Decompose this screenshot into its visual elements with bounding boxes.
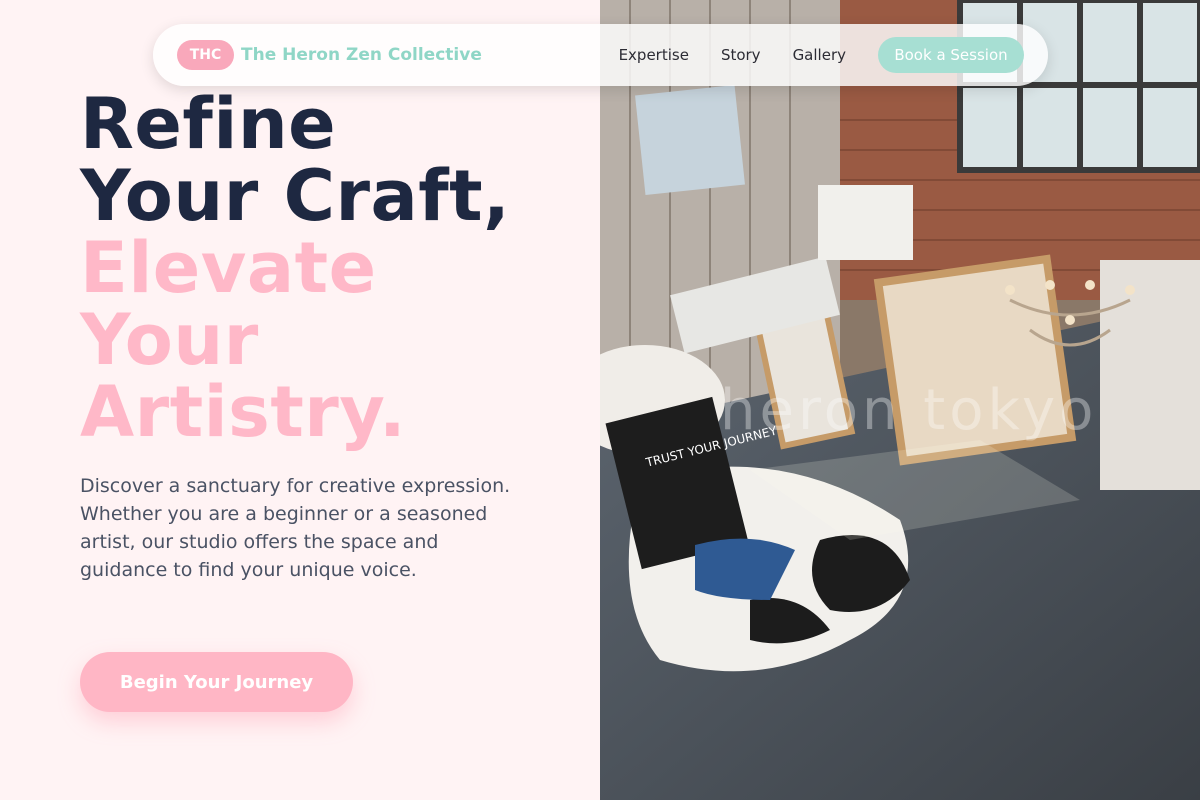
begin-journey-button[interactable]: Begin Your Journey [80,652,353,712]
book-session-button[interactable]: Book a Session [878,37,1024,73]
brand-name[interactable]: The Heron Zen Collective [241,45,482,65]
logo-badge[interactable]: THC [177,40,234,70]
nav-links: Expertise Story Gallery Book a Session [619,37,1024,73]
nav-link-expertise[interactable]: Expertise [619,46,689,64]
studio-photo: TRUST YOUR JOURNEY heron tokyo [600,0,1200,800]
headline-line-5: Artistry. [80,371,407,453]
hero-description: Discover a sanctuary for creative expres… [80,475,511,581]
headline-line-4: Your [80,299,259,381]
headline-line-3: Elevate [80,227,377,309]
hero-headline: Refine Your Craft, Elevate Your Artistry… [80,88,510,448]
nav-link-gallery[interactable]: Gallery [793,46,846,64]
nav-link-story[interactable]: Story [721,46,761,64]
headline-line-1: Refine [80,83,337,165]
photo-watermark: heron tokyo [720,378,1098,443]
top-navigation: THC The Heron Zen Collective Expertise S… [153,24,1048,86]
headline-line-2: Your Craft, [80,155,511,237]
